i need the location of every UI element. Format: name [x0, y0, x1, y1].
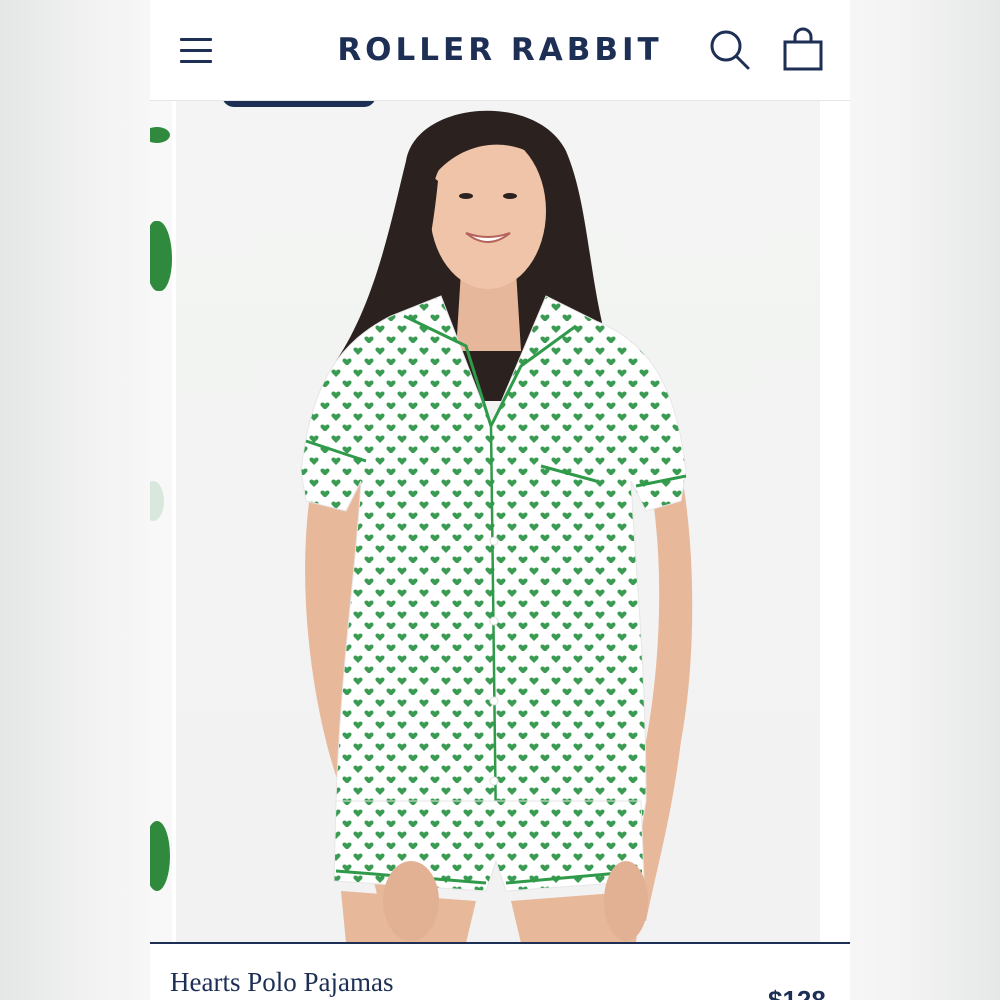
- phone-screen: ROLLER RABBIT Hearts Polo Pajamas $128: [150, 0, 850, 1000]
- background-blur-right: [850, 0, 1000, 1000]
- hamburger-menu-icon[interactable]: [180, 36, 214, 64]
- image-badge: [222, 101, 376, 107]
- search-icon[interactable]: [708, 28, 752, 72]
- model-photo-illustration: [300, 110, 693, 943]
- site-header: ROLLER RABBIT: [150, 0, 850, 101]
- product-price: $128: [768, 985, 826, 1000]
- previous-image-peek[interactable]: [150, 101, 172, 943]
- next-image-peek[interactable]: [820, 101, 850, 943]
- shopping-bag-icon[interactable]: [780, 27, 826, 73]
- background-blur-left: [0, 0, 150, 1000]
- product-title: Hearts Polo Pajamas: [170, 967, 394, 997]
- product-image-carousel[interactable]: [150, 101, 850, 943]
- divider: [150, 942, 850, 944]
- product-photo: [176, 101, 820, 943]
- brand-logo[interactable]: ROLLER RABBIT: [330, 30, 670, 70]
